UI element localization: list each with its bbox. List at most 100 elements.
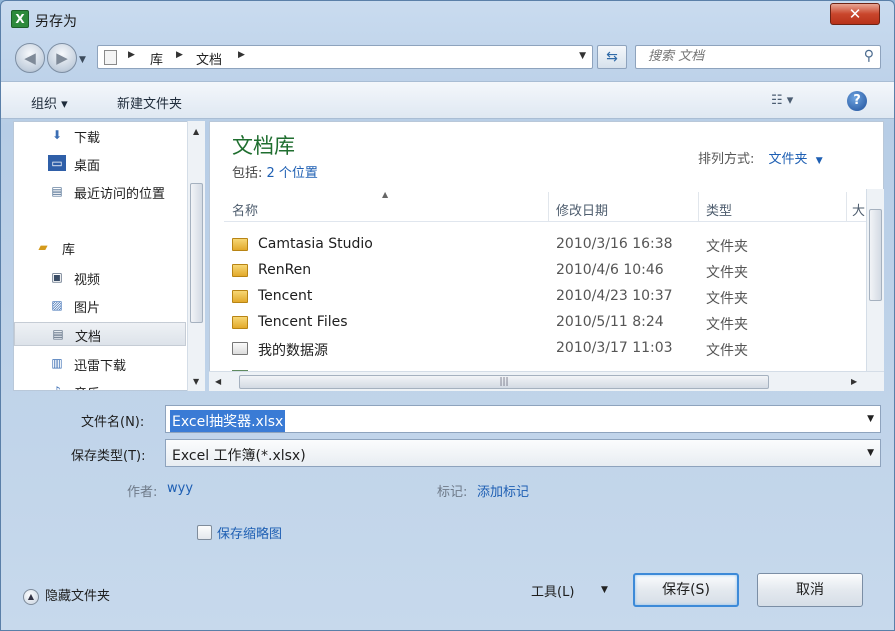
file-row[interactable]: RenRen 2010/4/6 10:46 文件夹 [224,258,864,284]
recent-pages-dropdown[interactable]: ▼ [79,55,86,65]
search-input[interactable] [648,49,848,64]
arrange-by: 排列方式: 文件夹 ▼ [698,148,823,167]
file-row[interactable]: Camtasia Studio 2010/3/16 16:38 文件夹 [224,232,864,258]
filetype-select[interactable]: Excel 工作簿(*.xlsx) ▼ [165,439,881,467]
excel-icon: X [11,10,29,28]
sidebar-item-thunder-downloads[interactable]: ▥ 迅雷下载 [14,352,186,376]
sidebar-item-pictures[interactable]: ▨ 图片 [14,294,186,318]
column-header-type[interactable]: 类型 [706,200,732,219]
back-arrow-icon[interactable]: ◀ [15,43,45,73]
column-header-row: ▲ 名称 修改日期 类型 大 [224,190,883,222]
file-list-vertical-scrollbar[interactable] [866,189,884,371]
save-thumbnail-checkbox[interactable] [197,525,212,540]
chevron-right-icon[interactable]: ▶ [238,50,245,60]
video-library-icon: ▣ [51,270,63,284]
filename-label: 文件名(N): [81,415,145,430]
picture-library-icon: ▨ [51,298,63,312]
includes-locations-link[interactable]: 2 个位置 [267,166,318,181]
data-source-folder-icon [232,342,248,355]
column-separator[interactable] [548,192,549,222]
chevron-down-icon[interactable]: ▼ [816,156,823,166]
chevron-down-icon[interactable]: ▼ [601,585,608,595]
file-list-pane: 文档库 包括: 2 个位置 排列方式: 文件夹 ▼ ▲ 名称 修改日期 类型 大… [209,121,884,391]
arrange-label: 排列方式: [698,152,755,167]
sidebar-item-documents[interactable]: ▤ 文档 [14,322,186,346]
sidebar-item-desktop[interactable]: ▭ 桌面 [14,152,186,176]
sidebar-item-music[interactable]: ♪ 音乐 [14,380,186,391]
view-options-icon[interactable]: ☷ ▾ [771,93,793,108]
hide-folders-button[interactable]: ▲ 隐藏文件夹 [23,585,110,605]
new-folder-button[interactable]: 新建文件夹 [117,93,182,112]
folder-icon [232,316,248,329]
desktop-icon: ▭ [48,155,66,171]
chevron-right-icon[interactable]: ▶ [176,50,183,60]
help-icon[interactable]: ? [847,91,867,111]
scroll-down-icon[interactable]: ▼ [193,377,199,386]
save-button[interactable]: 保存(S) [633,573,739,607]
scrollbar-thumb[interactable] [869,209,882,301]
filetype-value: Excel 工作簿(*.xlsx) [172,448,306,464]
save-as-dialog: X 另存为 ✕ ◀ ▶ ▼ ▶ 库 ▶ 文档 ▶ ▼ ⇆ ⚲ 组织 ▾ 新建文件… [0,0,895,631]
column-header-size[interactable]: 大 [852,200,865,219]
column-separator[interactable] [846,192,847,222]
scroll-up-icon[interactable]: ▲ [193,127,199,136]
close-button[interactable]: ✕ [830,3,880,25]
library-includes: 包括: 2 个位置 [232,162,318,181]
cancel-button[interactable]: 取消 [757,573,863,607]
filetype-label: 保存类型(T): [71,449,146,464]
folder-icon [232,264,248,277]
breadcrumb-documents[interactable]: 文档 [196,49,222,68]
file-row[interactable]: Tencent Files 2010/5/11 8:24 文件夹 [224,310,864,336]
file-row[interactable]: Tencent 2010/4/23 10:37 文件夹 [224,284,864,310]
music-library-icon: ♪ [53,384,61,391]
sidebar-item-downloads[interactable]: ⬇ 下载 [14,124,186,148]
search-box[interactable]: ⚲ [635,45,881,69]
chevron-down-icon[interactable]: ▼ [867,448,874,458]
library-title: 文档库 [232,134,295,158]
column-header-date[interactable]: 修改日期 [556,200,608,219]
chevron-down-icon[interactable]: ▼ [579,51,586,61]
page-icon [104,50,117,65]
navigation-pane: ⬇ 下载 ▭ 桌面 ▤ 最近访问的位置 ▰ 库 ▣ 视频 ▨ 图片 ▤ 文档 ▥ [13,121,205,391]
title-bar: X 另存为 ✕ [1,1,894,37]
address-bar[interactable]: ▶ 库 ▶ 文档 ▶ ▼ [97,45,593,69]
tags-field[interactable]: 添加标记 [477,481,529,500]
column-separator[interactable] [698,192,699,222]
filename-field[interactable]: Excel抽奖器.xlsx ▼ [165,405,881,433]
library-icon: ▰ [38,240,48,254]
arrange-by-dropdown[interactable]: 文件夹 [769,152,808,167]
scroll-right-icon[interactable]: ▶ [851,377,857,386]
search-icon[interactable]: ⚲ [864,48,874,64]
download-folder-icon: ⬇ [51,128,63,142]
breadcrumb-library[interactable]: 库 [150,49,163,68]
sidebar-item-videos[interactable]: ▣ 视频 [14,266,186,290]
organize-menu[interactable]: 组织 ▾ [31,93,68,112]
document-library-icon: ▤ [52,327,64,341]
save-thumbnail-label[interactable]: 保存缩略图 [217,523,282,542]
author-field[interactable]: wyy [167,481,193,496]
tools-button[interactable]: 工具(L) [531,581,574,600]
navigation-pane-scrollbar[interactable]: ▲ ▼ [187,121,205,391]
scrollbar-thumb[interactable] [190,183,203,323]
sidebar-item-libraries[interactable]: ▰ 库 [14,236,186,260]
chevron-up-icon: ▲ [23,588,39,605]
filename-value[interactable]: Excel抽奖器.xlsx [170,410,286,432]
dialog-title: 另存为 [35,14,77,30]
tags-label: 标记: [437,485,468,500]
scroll-left-icon[interactable]: ◀ [215,377,221,386]
recent-places-icon: ▤ [51,184,63,198]
chevron-right-icon[interactable]: ▶ [128,50,135,60]
navigation-bar: ◀ ▶ ▼ ▶ 库 ▶ 文档 ▶ ▼ ⇆ ⚲ [1,39,894,75]
file-row[interactable]: 我的数据源 2010/3/17 11:03 文件夹 [224,336,864,362]
forward-arrow-icon[interactable]: ▶ [47,43,77,73]
sidebar-item-recent[interactable]: ▤ 最近访问的位置 [14,180,186,204]
column-header-name[interactable]: 名称 [232,200,258,219]
thunder-download-icon: ▥ [51,356,63,370]
includes-label: 包括: [232,166,263,181]
scrollbar-thumb[interactable]: ||| [239,375,769,389]
file-list-horizontal-scrollbar[interactable]: ◀ ||| ▶ [209,371,884,391]
folder-icon [232,238,248,251]
chevron-down-icon[interactable]: ▼ [867,414,874,424]
refresh-button[interactable]: ⇆ [597,45,627,69]
author-label: 作者: [127,485,158,500]
